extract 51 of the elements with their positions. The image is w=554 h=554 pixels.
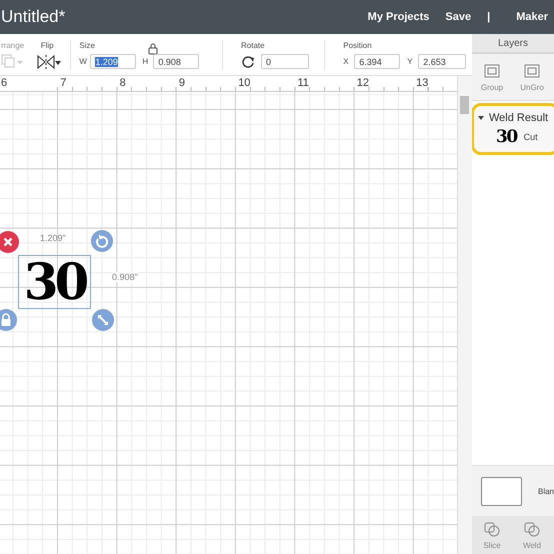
height-reading: 0.908" (112, 272, 138, 282)
layer-operation: Cut (524, 132, 538, 142)
rotate-icon (241, 54, 256, 68)
flip-icon[interactable] (36, 54, 61, 70)
width-field[interactable]: 1.209 (90, 54, 136, 69)
flip-label: Flip (40, 41, 54, 50)
ruler-number: 11 (298, 77, 309, 89)
shapes-icon (523, 520, 541, 536)
arrange-label: rrange (1, 41, 24, 50)
group-icon (483, 62, 501, 78)
width-reading: 1.209" (40, 233, 66, 243)
group-icon (523, 62, 541, 78)
lock-icon[interactable] (147, 43, 160, 55)
ruler-number: 10 (238, 77, 250, 89)
layer-preview: 30 (496, 127, 517, 147)
resize-handle-icon[interactable] (92, 309, 114, 331)
y-label: Y (407, 57, 414, 66)
header-link[interactable]: | (487, 11, 490, 23)
layer-group[interactable]: Weld Result 30 Cut (471, 103, 554, 155)
header-link[interactable]: Save (445, 11, 472, 23)
blank-canvas-swatch[interactable] (481, 476, 522, 506)
ruler-number: 9 (178, 77, 186, 89)
expand-icon[interactable] (478, 116, 484, 120)
header-link[interactable]: My Projects (368, 11, 430, 23)
x-field[interactable]: 6.394 (354, 54, 400, 69)
width-label: W (79, 57, 88, 66)
height-label: H (142, 57, 150, 66)
rotate-handle-icon[interactable] (91, 230, 113, 252)
layer-name: Weld Result (489, 112, 548, 124)
y-field[interactable]: 2.653 (418, 54, 466, 69)
header-link[interactable]: Maker (516, 11, 554, 23)
ruler-number: 6 (1, 77, 8, 89)
project-title: Untitled* (1, 7, 66, 27)
x-label: X (343, 57, 350, 66)
rotate-field[interactable]: 0 (261, 54, 310, 69)
size-label: Size (79, 41, 95, 50)
ruler-number: 7 (60, 77, 66, 89)
height-field[interactable]: 0.908 (153, 54, 200, 69)
position-label: Position (343, 41, 372, 50)
delete-handle-icon[interactable] (0, 231, 19, 253)
scrollbar[interactable] (457, 76, 472, 554)
design-text[interactable]: 30 (24, 256, 86, 308)
layers-title: Layers (472, 34, 554, 54)
rotate-label: Rotate (241, 41, 265, 50)
ruler-number: 12 (356, 77, 370, 89)
shapes-icon (483, 520, 501, 536)
ruler-number: 13 (416, 77, 428, 89)
lock-handle-icon[interactable] (0, 309, 17, 331)
blank-canvas-label: Blan (538, 486, 554, 496)
selection-box[interactable]: 30 (18, 255, 91, 309)
ruler-number: 8 (120, 77, 126, 89)
